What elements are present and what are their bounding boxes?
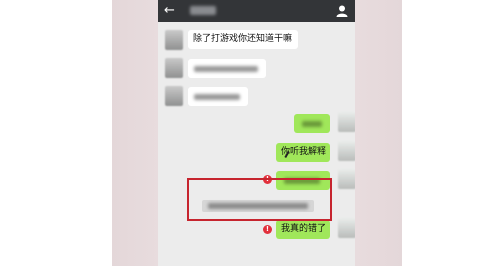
chat-title-blurred: [190, 6, 216, 15]
chat-titlebar: ←: [158, 0, 355, 22]
contact-avatar[interactable]: [165, 30, 183, 50]
my-avatar[interactable]: [338, 112, 355, 132]
incoming-message-bubble[interactable]: [188, 87, 248, 106]
outgoing-message-bubble[interactable]: [294, 114, 330, 133]
my-avatar[interactable]: [338, 169, 355, 189]
send-failed-icon[interactable]: !: [263, 225, 272, 234]
arrow-left-icon[interactable]: ←: [164, 2, 175, 20]
highlight-box: [187, 178, 332, 221]
incoming-message-text: 除了打游戏你还知道干嘛: [193, 34, 293, 44]
my-avatar[interactable]: [338, 218, 355, 238]
contact-avatar[interactable]: [165, 86, 183, 106]
contact-avatar[interactable]: [165, 58, 183, 78]
blurred-message-text: [194, 94, 240, 100]
outgoing-message-bubble[interactable]: 我真的错了: [276, 220, 330, 239]
my-avatar[interactable]: [338, 141, 355, 161]
blurred-message-text: [194, 66, 258, 72]
incoming-message-bubble[interactable]: [188, 59, 266, 78]
outgoing-message-text: 我真的错了: [281, 224, 327, 234]
incoming-message-bubble[interactable]: 除了打游戏你还知道干嘛: [188, 30, 298, 49]
blurred-message-text: [302, 121, 322, 127]
person-icon[interactable]: [335, 4, 349, 18]
chat-screen: ← 除了打游戏你还知道干嘛 你听我解释 ! ! 我真的错了: [158, 0, 355, 266]
outgoing-message-bubble[interactable]: 你听我解释: [276, 143, 330, 162]
